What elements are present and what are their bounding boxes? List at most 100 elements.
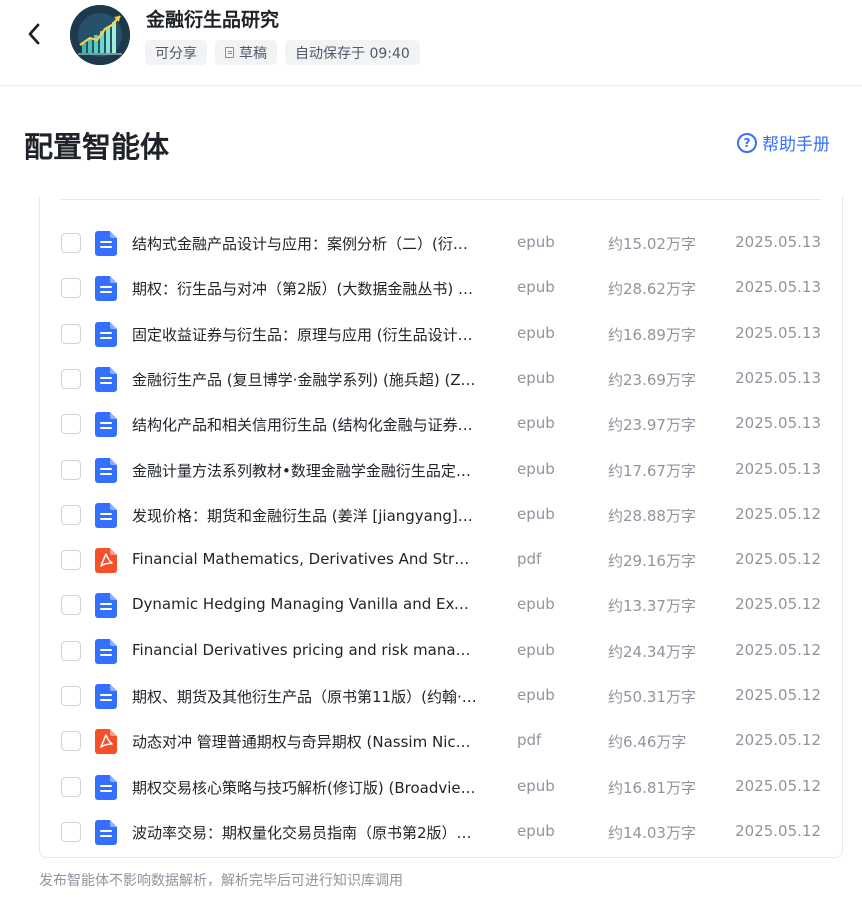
epub-doc-icon	[95, 276, 117, 302]
file-date: 2025.05.12	[735, 504, 821, 523]
file-name[interactable]: Dynamic Hedging Managing Vanilla and Exo…	[132, 595, 477, 613]
file-select-checkbox[interactable]	[61, 686, 81, 706]
file-date: 2025.05.13	[735, 233, 821, 251]
file-date: 2025.05.13	[735, 368, 821, 387]
file-name[interactable]: 波动率交易：期权量化交易员指南（原书第2版）(Euan Sinclair)	[132, 822, 477, 843]
file-select-checkbox[interactable]	[61, 595, 81, 616]
file-word-count: 约15.02万字	[608, 235, 696, 253]
agent-title: 金融衍生品研究	[146, 9, 280, 31]
file-row[interactable]: 结构式金融产品设计与应用：案例分析（二）(衍生品大系) epub 约15.02万字 2…	[0, 221, 862, 266]
file-name[interactable]: 结构化产品和相关信用衍生品 (结构化金融与证券化丛书)	[132, 414, 477, 435]
file-type: epub	[517, 821, 555, 840]
epub-doc-icon	[95, 684, 117, 709]
file-name[interactable]: 金融衍生产品 (复旦博学·金融学系列) (施兵超) (Z-Library)	[132, 369, 477, 390]
back-button[interactable]	[20, 20, 48, 48]
file-name[interactable]: Financial Derivatives pricing and risk m…	[132, 641, 477, 659]
file-select-checkbox[interactable]	[61, 776, 81, 797]
file-row[interactable]: 结构化产品和相关信用衍生品 (结构化金融与证券化丛书) epub 约23.97万字 2…	[0, 402, 862, 447]
agent-avatar[interactable]	[70, 5, 130, 65]
file-type: epub	[517, 414, 555, 433]
file-date: 2025.05.13	[735, 278, 821, 297]
file-date: 2025.05.13	[735, 459, 821, 478]
file-select-checkbox[interactable]	[61, 821, 81, 842]
file-row[interactable]: Financial Mathematics, Derivatives And S…	[0, 538, 862, 583]
file-row[interactable]: 波动率交易：期权量化交易员指南（原书第2版）(Euan Sinclair) epu…	[0, 810, 862, 855]
help-manual-label: 帮助手册	[762, 135, 830, 155]
file-type: epub	[517, 233, 555, 251]
help-manual-link[interactable]: ? 帮助手册	[737, 130, 830, 155]
top-header: 金融衍生品研究 可分享 草稿 自动保存于 09:40	[0, 0, 862, 86]
file-name[interactable]: 期权、期货及其他衍生产品（原书第11版）(约翰·赫尔)	[132, 686, 477, 707]
pdf-doc-icon	[95, 548, 117, 574]
file-date: 2025.05.12	[735, 686, 821, 704]
draft-tag-label: 草稿	[239, 45, 267, 62]
file-name[interactable]: 发现价格：期货和金融衍生品 (姜洋 [jiangyang]) (Z-Librar…	[132, 505, 477, 526]
file-row[interactable]: 金融计量方法系列教材•数理金融学金融衍生品定价与风险管理 epub 约17.67万字…	[0, 448, 862, 493]
agent-status-tags: 可分享 草稿 自动保存于 09:40	[145, 40, 420, 65]
autosave-tag: 自动保存于 09:40	[285, 40, 420, 65]
file-word-count: 约14.03万字	[608, 823, 696, 842]
file-select-checkbox[interactable]	[61, 233, 81, 253]
file-type: epub	[517, 459, 555, 478]
file-row[interactable]: 金融衍生产品 (复旦博学·金融学系列) (施兵超) (Z-Library) epu…	[0, 357, 862, 402]
file-name[interactable]: 固定收益证券与衍生品：原理与应用 (衍生品设计与定价丛书)	[132, 324, 477, 345]
file-date: 2025.05.12	[735, 640, 821, 659]
epub-doc-icon	[95, 502, 117, 528]
autosave-tag-label: 自动保存于 09:40	[295, 45, 410, 62]
file-select-checkbox[interactable]	[61, 278, 81, 299]
file-row[interactable]: 动态对冲 管理普通期权与奇异期权 (Nassim Nicholas Taleb)…	[0, 719, 862, 764]
file-date: 2025.05.13	[735, 323, 821, 342]
file-word-count: 约29.16万字	[608, 552, 696, 571]
file-select-checkbox[interactable]	[61, 368, 81, 389]
file-row[interactable]: 固定收益证券与衍生品：原理与应用 (衍生品设计与定价丛书) epub 约16.89万…	[0, 312, 862, 357]
file-type: epub	[517, 368, 555, 387]
epub-doc-icon	[95, 457, 117, 483]
file-select-checkbox[interactable]	[61, 550, 81, 571]
file-date: 2025.05.12	[735, 595, 821, 614]
panel-divider	[61, 199, 821, 200]
file-date: 2025.05.12	[735, 731, 821, 750]
draft-tag: 草稿	[215, 40, 277, 65]
file-row[interactable]: Dynamic Hedging Managing Vanilla and Exo…	[0, 583, 862, 628]
file-select-checkbox[interactable]	[61, 323, 81, 344]
file-select-checkbox[interactable]	[61, 459, 81, 480]
file-word-count: 约28.88万字	[608, 506, 696, 525]
epub-doc-icon	[95, 774, 117, 800]
epub-doc-icon	[95, 366, 117, 392]
file-name[interactable]: Financial Mathematics, Derivatives And S…	[132, 550, 477, 568]
file-type: epub	[517, 323, 555, 342]
file-word-count: 约16.81万字	[608, 778, 696, 797]
file-date: 2025.05.12	[735, 776, 821, 795]
epub-doc-icon	[95, 231, 117, 256]
finance-chart-avatar-image	[70, 5, 130, 65]
file-name[interactable]: 结构式金融产品设计与应用：案例分析（二）(衍生品大系)	[132, 233, 477, 254]
file-type: epub	[517, 776, 555, 795]
page-title: 配置智能体	[24, 130, 170, 164]
file-type: epub	[517, 686, 555, 704]
file-row[interactable]: 期权、期货及其他衍生产品（原书第11版）(约翰·赫尔) epub 约50.31万字 2…	[0, 674, 862, 719]
file-row[interactable]: 期权：衍生品与对冲（第2版）(大数据金融丛书) (约翰·赫尔) epub 约28.6…	[0, 266, 862, 311]
draft-doc-icon	[225, 47, 234, 58]
file-row[interactable]: Financial Derivatives pricing and risk m…	[0, 629, 862, 674]
file-name[interactable]: 金融计量方法系列教材•数理金融学金融衍生品定价与风险管理	[132, 460, 477, 481]
file-select-checkbox[interactable]	[61, 640, 81, 661]
file-word-count: 约23.69万字	[608, 370, 696, 389]
file-name[interactable]: 期权交易核心策略与技巧解析(修订版) (Broadview)	[132, 777, 477, 798]
file-type: pdf	[517, 731, 542, 750]
file-type: epub	[517, 278, 555, 297]
shareable-tag: 可分享	[145, 40, 207, 65]
file-select-checkbox[interactable]	[61, 414, 81, 435]
file-row[interactable]: 期权交易核心策略与技巧解析(修订版) (Broadview) epub 约16.81…	[0, 765, 862, 810]
epub-doc-icon	[95, 638, 117, 664]
shareable-tag-label: 可分享	[155, 45, 197, 62]
file-date: 2025.05.12	[735, 821, 821, 840]
file-word-count: 约13.37万字	[608, 597, 696, 616]
pdf-doc-icon	[95, 729, 117, 755]
file-name[interactable]: 期权：衍生品与对冲（第2版）(大数据金融丛书) (约翰·赫尔)	[132, 278, 477, 299]
file-type: epub	[517, 504, 555, 523]
file-row[interactable]: 发现价格：期货和金融衍生品 (姜洋 [jiangyang]) (Z-Librar…	[0, 493, 862, 538]
file-name[interactable]: 动态对冲 管理普通期权与奇异期权 (Nassim Nicholas Taleb)	[132, 731, 477, 752]
file-select-checkbox[interactable]	[61, 731, 81, 752]
file-type: epub	[517, 595, 555, 614]
file-select-checkbox[interactable]	[61, 504, 81, 525]
